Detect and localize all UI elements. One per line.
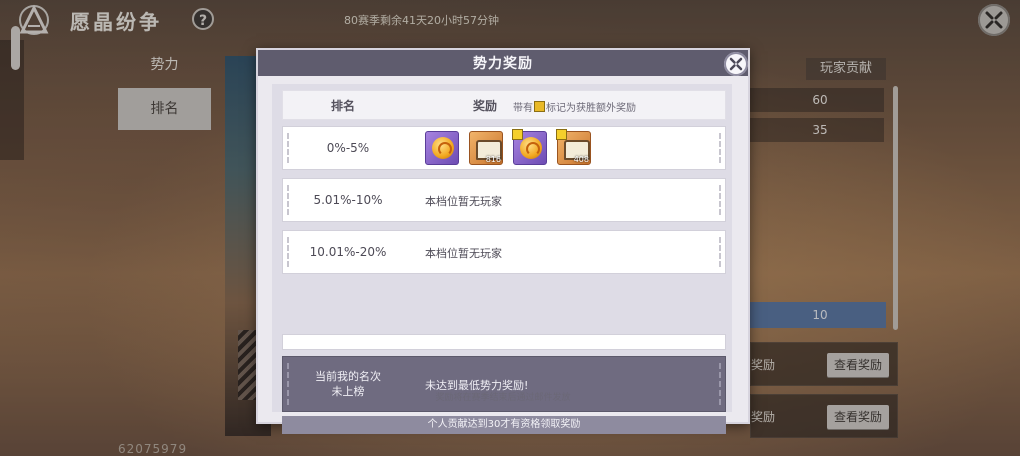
- bonus-note: 带有 标记为获胜额外奖励: [513, 99, 636, 114]
- tier-range: 10.01%-20%: [309, 245, 387, 259]
- tier-empty-text: 本档位暂无玩家: [425, 195, 502, 208]
- bonus-mark-icon: [534, 101, 545, 112]
- faction-reward-dialog: 势力奖励 排名 奖励 带有 标记为获胜额外奖励 0%-5% 816 408 5.…: [256, 48, 750, 434]
- eligibility-hint: 个人贡献达到30才有资格领取奖励: [282, 416, 726, 434]
- reward-column-header: 奖励: [473, 99, 498, 113]
- bonus-note-prefix: 带有: [513, 103, 533, 114]
- reward-item[interactable]: 408: [556, 129, 591, 165]
- bonus-mark-icon: [556, 129, 567, 140]
- my-rank-row: 当前我的名次 未上榜 未达到最低势力奖励!: [282, 356, 726, 412]
- dialog-title: 势力奖励: [473, 56, 533, 72]
- reward-list-header: 排名 奖励 带有 标记为获胜额外奖励: [282, 90, 726, 120]
- reward-tier-row: 5.01%-10% 本档位暂无玩家: [282, 178, 726, 222]
- reward-tier-row: 0%-5% 816 408: [282, 126, 726, 170]
- coin-icon: [432, 137, 454, 159]
- tier-range: 5.01%-10%: [313, 193, 383, 207]
- reward-tier-row-partial: [282, 334, 726, 350]
- reward-item[interactable]: [512, 129, 547, 165]
- reward-item[interactable]: 816: [469, 131, 503, 165]
- my-rank-title: 当前我的名次: [315, 370, 381, 383]
- bonus-note-suffix: 标记为获胜额外奖励: [546, 103, 636, 114]
- close-icon: [729, 57, 743, 71]
- dialog-header: 势力奖励: [258, 50, 748, 76]
- tier-range: 0%-5%: [326, 141, 370, 155]
- reward-item[interactable]: [425, 131, 459, 165]
- reward-quantity: 816: [485, 155, 501, 164]
- reward-tier-row: 10.01%-20% 本档位暂无玩家: [282, 230, 726, 274]
- bonus-mark-icon: [512, 129, 523, 140]
- tier-empty-text: 本档位暂无玩家: [425, 247, 502, 260]
- mail-delivery-note: 奖励将在赛季结束后通过邮件发放: [435, 393, 571, 403]
- rank-column-header: 排名: [331, 99, 356, 113]
- reward-quantity: 408: [573, 155, 589, 164]
- coin-icon: [520, 137, 542, 159]
- dialog-close-button[interactable]: [724, 52, 748, 76]
- reward-list-panel: 排名 奖励 带有 标记为获胜额外奖励 0%-5% 816 408 5.01%-1…: [272, 84, 732, 434]
